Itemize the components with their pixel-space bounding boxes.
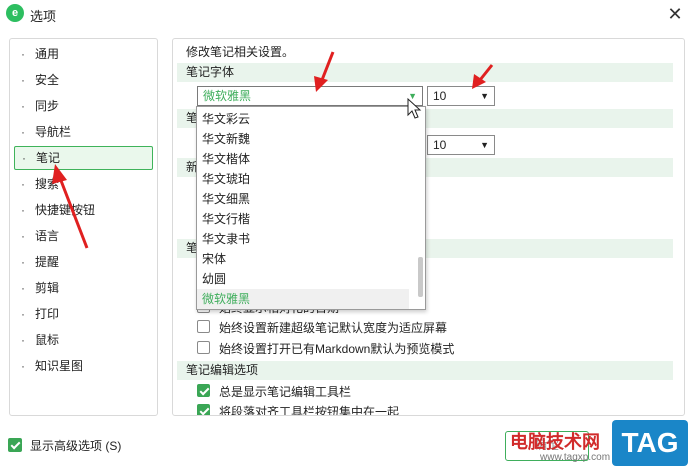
title-bar: e 选项 ✕ [0, 0, 694, 28]
sidebar-item-label: 剪辑 [35, 281, 60, 295]
bullet-icon: · [21, 359, 25, 373]
font-option[interactable]: 华文隶书 [197, 229, 409, 249]
chevron-down-icon: ▼ [480, 140, 489, 150]
checkbox-label: 显示高级选项 (S) [30, 439, 122, 453]
font-option[interactable]: 华文新魏 [197, 129, 409, 149]
sidebar-item-reminders[interactable]: · 提醒 [14, 251, 151, 273]
font-option[interactable]: 华文楷体 [197, 149, 409, 169]
bullet-icon: · [21, 125, 25, 139]
sidebar-item-label: 搜索 [35, 177, 60, 191]
tag-logo: TAG [612, 420, 688, 466]
sidebar-item-language[interactable]: · 语言 [14, 225, 151, 247]
bullet-icon: · [22, 151, 26, 165]
bullet-icon: · [21, 281, 25, 295]
note-editing-heading: 笔记编辑选项 [177, 361, 673, 380]
sidebar-item-knowledge-graph[interactable]: · 知识星图 [14, 355, 151, 377]
chevron-down-icon: ▼ [408, 91, 417, 101]
font-size-select[interactable]: 10 ▼ [427, 86, 495, 106]
note-font-heading: 笔记字体 [177, 63, 673, 82]
font-family-select[interactable]: 微软雅黑 ▼ [197, 86, 423, 106]
sidebar-item-label: 鼠标 [35, 333, 60, 347]
font-option[interactable]: 宋体 [197, 249, 409, 269]
sidebar-item-label: 通用 [35, 47, 60, 61]
sidebar-item-label: 同步 [35, 99, 60, 113]
checkbox-box [197, 341, 210, 354]
font-option[interactable]: 华文琥珀 [197, 169, 409, 189]
sidebar-item-label: 语言 [35, 229, 60, 243]
bullet-icon: · [21, 73, 25, 87]
bullet-icon: · [21, 229, 25, 243]
sidebar-item-label: 导航栏 [35, 125, 72, 139]
sidebar-item-label: 打印 [35, 307, 60, 321]
window-title: 选项 [30, 9, 57, 24]
sidebar-item-notes[interactable]: · 笔记 [14, 146, 153, 170]
close-button[interactable]: ✕ [664, 3, 686, 25]
checkbox-box [8, 438, 22, 452]
sidebar-item-general[interactable]: · 通用 [14, 43, 151, 65]
sidebar-item-label: 安全 [35, 73, 60, 87]
checkbox-label: 始终设置打开已有Markdown默认为预览模式 [219, 342, 455, 356]
sidebar-item-label: 知识星图 [35, 359, 84, 373]
bullet-icon: · [21, 307, 25, 321]
sidebar-item-security[interactable]: · 安全 [14, 69, 151, 91]
font-option[interactable]: 华文彩云 [197, 109, 409, 129]
bullet-icon: · [21, 255, 25, 269]
bullet-icon: · [21, 47, 25, 61]
watermark-url: www.tagxp.com [540, 452, 611, 463]
sidebar-item-label: 提醒 [35, 255, 60, 269]
font-dropdown-list[interactable]: 华文彩云 华文新魏 华文楷体 华文琥珀 华文细黑 华文行楷 华文隶书 宋体 幼圆… [196, 106, 426, 310]
watermark-text: 电脑技术网 [510, 432, 600, 452]
checkbox-label: 将段落对齐工具栏按钮集中在一起 [219, 405, 400, 416]
sidebar-item-sync[interactable]: · 同步 [14, 95, 151, 117]
options-sidebar: · 通用 · 安全 · 同步 · 导航栏 · 笔记 · 搜索 · 快捷键按钮 · 语言 · 提醒 … [9, 38, 158, 416]
bullet-icon: · [21, 99, 25, 113]
sidebar-item-print[interactable]: · 打印 [14, 303, 151, 325]
font-option[interactable]: 华文细黑 [197, 189, 409, 209]
settings-description: 修改笔记相关设置。 [186, 45, 295, 59]
font-size-value: 10 [433, 89, 447, 103]
sidebar-item-navbar[interactable]: · 导航栏 [14, 121, 151, 143]
sidebar-item-clipper[interactable]: · 剪辑 [14, 277, 151, 299]
bullet-icon: · [21, 177, 25, 191]
secondary-size-select[interactable]: 10 ▼ [427, 135, 495, 155]
chevron-down-icon: ▼ [480, 91, 489, 101]
sidebar-item-label: 快捷键按钮 [35, 203, 96, 217]
checkbox-label: 总是显示笔记编辑工具栏 [219, 385, 352, 399]
font-option[interactable]: 华文行楷 [197, 209, 409, 229]
secondary-size-value: 10 [433, 138, 447, 152]
sidebar-item-shortcuts[interactable]: · 快捷键按钮 [14, 199, 151, 221]
font-select-value: 微软雅黑 [203, 89, 252, 103]
checkbox-box [197, 320, 210, 333]
sidebar-item-label: 笔记 [36, 151, 61, 165]
dropdown-scrollbar-thumb[interactable] [418, 257, 423, 297]
bullet-icon: · [21, 203, 25, 217]
evernote-logo-icon: e [6, 4, 24, 22]
bullet-icon: · [21, 333, 25, 347]
font-option[interactable]: 幼圆 [197, 269, 409, 289]
font-option-selected[interactable]: 微软雅黑 [197, 289, 409, 309]
sidebar-item-search[interactable]: · 搜索 [14, 173, 151, 195]
checkbox-box [197, 404, 210, 415]
checkbox-box [197, 384, 210, 397]
sidebar-item-mouse[interactable]: · 鼠标 [14, 329, 151, 351]
checkbox-label: 始终设置新建超级笔记默认宽度为适应屏幕 [219, 321, 448, 335]
